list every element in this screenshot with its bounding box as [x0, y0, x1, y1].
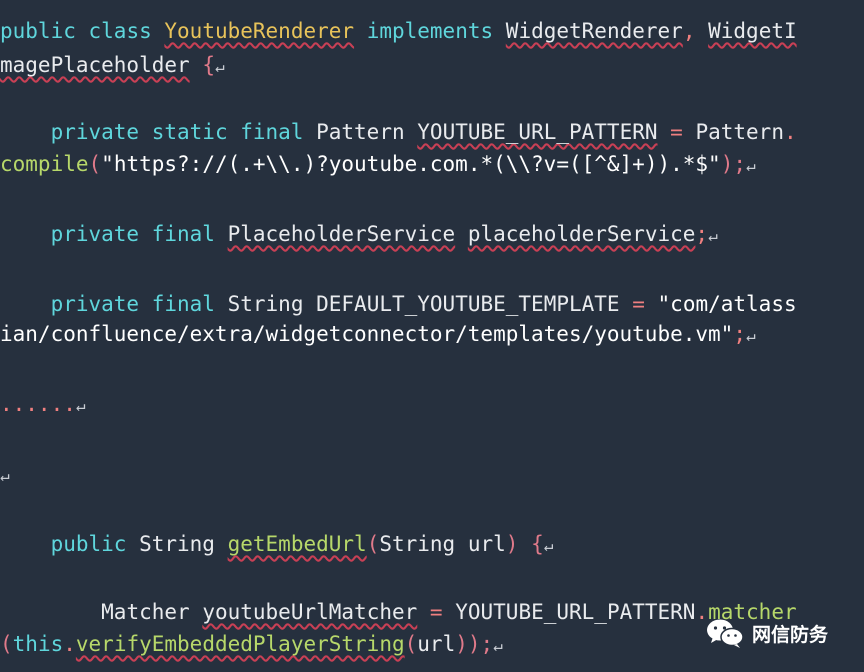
open-paren: (: [0, 632, 13, 656]
open-paren: (: [404, 632, 418, 656]
watermark: 网信防务: [706, 618, 828, 648]
return-mark: ↵: [493, 636, 503, 655]
code-line-11: Matcher youtubeUrlMatcher = YOUTUBE_URL_…: [0, 597, 796, 627]
return-mark: ↵: [543, 536, 554, 555]
field-name: placeholderService: [467, 222, 696, 246]
assign-operator: =: [429, 600, 443, 624]
code-line-6: private final String DEFAULT_YOUTUBE_TEM…: [0, 289, 797, 319]
code-editor: public class YoutubeRenderer implements …: [0, 0, 864, 672]
method-call: compile: [0, 152, 89, 176]
open-paren: (: [88, 152, 102, 176]
code-line-1: public class YoutubeRenderer implements …: [0, 16, 797, 46]
template-string-part1: "com/atlass: [657, 292, 797, 316]
open-paren: (: [366, 532, 380, 556]
assign-operator: =: [670, 120, 683, 144]
class-ref: Pattern: [695, 120, 784, 144]
code-line-7: ian/confluence/extra/widgetconnector/tem…: [0, 319, 756, 349]
comma: ,: [682, 19, 696, 43]
code-line-8: ......↵: [0, 389, 86, 419]
code-line-5: private final PlaceholderService placeho…: [0, 219, 718, 249]
field-type: String: [227, 292, 304, 316]
field-type: Pattern: [316, 120, 405, 144]
interface-name-2-part1: WidgetI: [708, 19, 797, 43]
return-mark: ↵: [214, 57, 225, 76]
close-paren: ): [505, 532, 519, 556]
keyword-this: this: [12, 632, 64, 656]
code-line-4: compile("https?://(.+\\.)?youtube.com.*(…: [0, 149, 756, 179]
return-mark: ↵: [75, 396, 86, 415]
return-mark: ↵: [745, 326, 756, 345]
close-paren-semicolon: );: [720, 152, 746, 176]
code-line-2: magePlaceholder {↵: [0, 50, 225, 80]
param-type: String: [379, 532, 456, 556]
open-brace: {: [202, 53, 215, 77]
method-name: getEmbedUrl: [227, 532, 367, 556]
keyword-public: public: [50, 532, 127, 556]
class-name: YoutubeRenderer: [164, 19, 355, 43]
constant-ref: YOUTUBE_URL_PATTERN: [455, 600, 696, 624]
wechat-icon: [706, 618, 744, 648]
keyword-implements: implements: [366, 19, 494, 43]
field-name: DEFAULT_YOUTUBE_TEMPLATE: [316, 292, 620, 316]
semicolon: ;: [695, 222, 709, 246]
local-type: Matcher: [101, 600, 190, 624]
return-mark: ↵: [745, 156, 756, 175]
keyword-class: class: [88, 19, 152, 43]
code-line-12: (this.verifyEmbeddedPlayerString(url));↵: [0, 629, 503, 659]
close-paren-semicolon: ));: [455, 632, 494, 656]
dot: .: [783, 120, 797, 144]
return-type: String: [139, 532, 215, 556]
interface-name-2-part2: magePlaceholder: [0, 53, 190, 77]
open-brace: {: [531, 532, 544, 556]
code-line-10: public String getEmbedUrl(String url) {↵: [0, 529, 554, 559]
modifiers: private final: [50, 222, 215, 246]
return-mark: ↵: [0, 466, 10, 485]
dot: .: [63, 632, 76, 656]
code-line-9: ↵: [0, 459, 10, 489]
return-mark: ↵: [708, 226, 718, 245]
param-name: url: [467, 532, 506, 556]
field-type: PlaceholderService: [227, 222, 456, 246]
regex-string: "https?://(.+\\.)?youtube.com.*(\\?v=([^…: [101, 152, 721, 176]
code-line-3: private static final Pattern YOUTUBE_URL…: [0, 117, 797, 147]
semicolon: ;: [733, 322, 746, 346]
ellipsis: ......: [0, 392, 76, 416]
modifiers: private final: [50, 292, 215, 316]
field-name: YOUTUBE_URL_PATTERN: [417, 120, 658, 144]
template-string-part2: ian/confluence/extra/widgetconnector/tem…: [0, 322, 734, 346]
interface-name-1: WidgetRenderer: [505, 19, 683, 43]
method-call: verifyEmbeddedPlayerString: [75, 632, 405, 656]
watermark-text: 网信防务: [752, 623, 829, 646]
modifiers: private static final: [50, 120, 304, 144]
keyword-public: public: [0, 19, 76, 43]
local-name: youtubeUrlMatcher: [202, 600, 418, 624]
argument: url: [417, 632, 456, 656]
assign-operator: =: [632, 292, 645, 316]
